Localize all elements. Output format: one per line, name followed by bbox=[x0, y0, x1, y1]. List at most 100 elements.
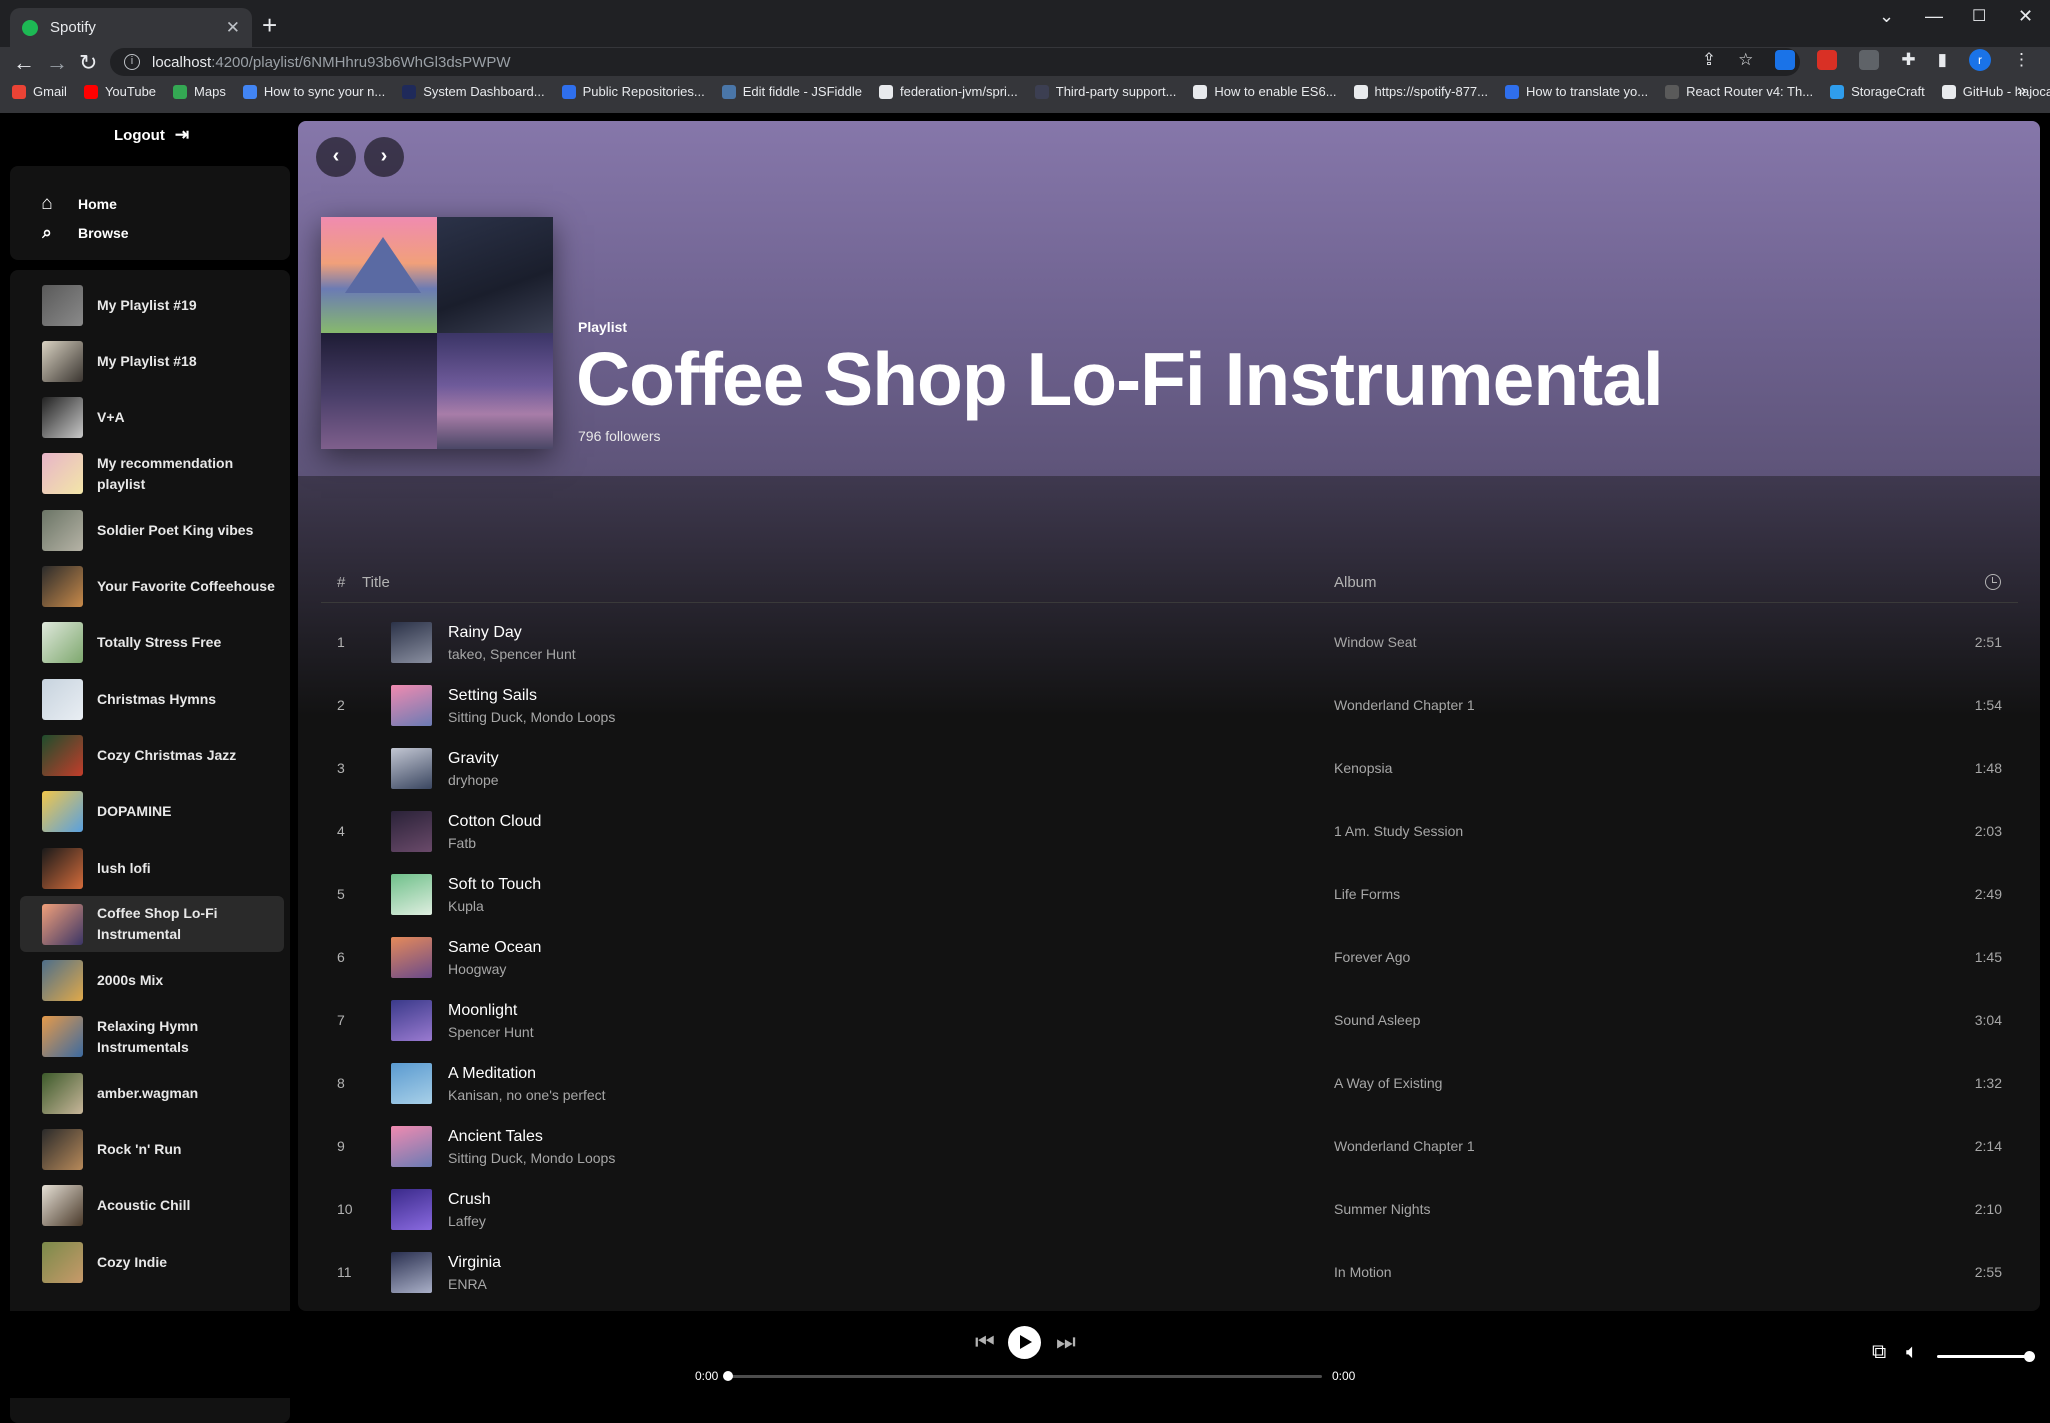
bookmark-item[interactable]: GitHub - hajocava/... bbox=[1941, 84, 2050, 99]
track-row[interactable]: 7 Moonlight Spencer Hunt Sound Asleep 3:04 bbox=[321, 988, 2018, 1051]
connect-device-icon[interactable]: ⧉ bbox=[1872, 1341, 1886, 1364]
tab-search-icon[interactable]: ⌄ bbox=[1879, 6, 1894, 27]
track-album[interactable]: Wonderland Chapter 1 bbox=[1334, 1138, 1475, 1154]
track-album[interactable]: 1 Am. Study Session bbox=[1334, 823, 1463, 839]
track-row[interactable]: 8 A Meditation Kanisan, no one's perfect A … bbox=[321, 1051, 2018, 1114]
maximize-icon[interactable]: ☐ bbox=[1972, 6, 1986, 26]
bookmark-item[interactable]: How to enable ES6... bbox=[1193, 84, 1337, 99]
track-album[interactable]: Forever Ago bbox=[1334, 949, 1410, 965]
volume-handle[interactable] bbox=[2024, 1351, 2035, 1362]
track-album[interactable]: Window Seat bbox=[1334, 634, 1416, 650]
sidebar-playlist-item[interactable]: Coffee Shop Lo-Fi Instrumental bbox=[20, 896, 284, 953]
track-row[interactable]: 10 Crush Laffey Summer Nights 2:10 bbox=[321, 1177, 2018, 1240]
sidebar-playlist-item[interactable]: V+A bbox=[20, 390, 284, 446]
track-artist[interactable]: Laffey bbox=[448, 1213, 486, 1229]
track-row[interactable]: 9 Ancient Tales Sitting Duck, Mondo Loops W… bbox=[321, 1114, 2018, 1177]
sidebar-playlist-item[interactable]: amber.wagman bbox=[20, 1065, 284, 1121]
track-row[interactable]: 11 Virginia ENRA In Motion 2:55 bbox=[321, 1240, 2018, 1303]
track-album[interactable]: Wonderland Chapter 1 bbox=[1334, 697, 1475, 713]
bookmark-item[interactable]: How to translate yo... bbox=[1505, 84, 1648, 99]
track-artist[interactable]: Kupla bbox=[448, 898, 484, 914]
address-bar[interactable]: i localhost :4200/playlist/6NMHhru93b6Wh… bbox=[110, 48, 1800, 76]
sidebar-playlist-item[interactable]: Your Favorite Coffeehouse bbox=[20, 559, 284, 615]
track-album[interactable]: In Motion bbox=[1334, 1264, 1392, 1280]
track-artist[interactable]: Sitting Duck, Mondo Loops bbox=[448, 709, 615, 725]
track-album[interactable]: A Way of Existing bbox=[1334, 1075, 1442, 1091]
track-artist[interactable]: takeo, Spencer Hunt bbox=[448, 646, 576, 662]
bookmark-item[interactable]: StorageCraft bbox=[1830, 84, 1925, 99]
progress-handle[interactable] bbox=[723, 1371, 733, 1381]
track-artist[interactable]: Fatb bbox=[448, 835, 476, 851]
track-artist[interactable]: ENRA bbox=[448, 1276, 487, 1292]
profile-avatar[interactable]: r bbox=[1969, 49, 1991, 71]
sidebar-playlist-item[interactable]: Christmas Hymns bbox=[20, 671, 284, 727]
site-info-icon[interactable]: i bbox=[124, 54, 140, 70]
sidebar-playlist-item[interactable]: Cozy Indie bbox=[20, 1234, 284, 1290]
sidebar-item-home[interactable]: ⌂ Home bbox=[36, 193, 117, 215]
back-arrow-icon[interactable]: ← bbox=[13, 50, 35, 76]
play-button[interactable] bbox=[1008, 1326, 1041, 1359]
sidebar-playlist-item[interactable]: lush lofi bbox=[20, 840, 284, 896]
sidebar-playlist-item[interactable]: My Playlist #18 bbox=[20, 333, 284, 389]
bookmark-item[interactable]: Maps bbox=[173, 84, 226, 99]
sidebar-playlist-item[interactable]: DOPAMINE bbox=[20, 784, 284, 840]
extension-icon[interactable] bbox=[1817, 50, 1838, 70]
close-tab-icon[interactable]: ✕ bbox=[226, 18, 240, 38]
track-row[interactable]: 6 Same Ocean Hoogway Forever Ago 1:45 bbox=[321, 925, 2018, 988]
sidebar-playlist-item[interactable]: Rock 'n' Run bbox=[20, 1122, 284, 1178]
back-button[interactable]: ‹ bbox=[316, 137, 356, 177]
browser-tab[interactable]: Spotify ✕ bbox=[10, 8, 252, 47]
track-album[interactable]: Kenopsia bbox=[1334, 760, 1392, 776]
next-track-icon[interactable]: ⏭ bbox=[1056, 1329, 1076, 1355]
bookmark-item[interactable]: Gmail bbox=[12, 84, 67, 99]
bookmark-item[interactable]: https://spotify-877... bbox=[1353, 84, 1488, 99]
column-album[interactable]: Album bbox=[1334, 574, 1377, 591]
window-close-icon[interactable]: ✕ bbox=[2018, 6, 2033, 27]
share-icon[interactable]: ⇪ bbox=[1702, 50, 1716, 70]
track-row[interactable]: 1 Rainy Day takeo, Spencer Hunt Window Seat… bbox=[321, 610, 2018, 673]
side-panel-icon[interactable]: ▮ bbox=[1938, 50, 1947, 70]
forward-arrow-icon[interactable]: → bbox=[46, 50, 68, 76]
track-row[interactable]: 5 Soft to Touch Kupla Life Forms 2:49 bbox=[321, 862, 2018, 925]
bookmark-item[interactable]: Edit fiddle - JSFiddle bbox=[721, 84, 862, 99]
track-artist[interactable]: Sitting Duck, Mondo Loops bbox=[448, 1150, 615, 1166]
track-album[interactable]: Sound Asleep bbox=[1334, 1012, 1420, 1028]
sidebar-playlist-item[interactable]: Cozy Christmas Jazz bbox=[20, 727, 284, 783]
bookmark-item[interactable]: federation-jvm/spri... bbox=[878, 84, 1018, 99]
sidebar-playlist-item[interactable]: Totally Stress Free bbox=[20, 615, 284, 671]
sidebar-item-browse[interactable]: ⌕ Browse bbox=[36, 223, 128, 243]
column-title[interactable]: Title bbox=[362, 574, 390, 591]
bookmark-star-icon[interactable]: ☆ bbox=[1738, 50, 1753, 70]
bookmark-item[interactable]: System Dashboard... bbox=[402, 84, 545, 99]
sidebar-playlist-item[interactable]: Soldier Poet King vibes bbox=[20, 502, 284, 558]
extensions-puzzle-icon[interactable]: ✚ bbox=[1901, 50, 1915, 70]
browser-menu-icon[interactable]: ⋮ bbox=[2013, 50, 2030, 70]
minimize-icon[interactable]: — bbox=[1925, 6, 1943, 27]
track-artist[interactable]: Spencer Hunt bbox=[448, 1024, 534, 1040]
sidebar-playlist-item[interactable]: 2000s Mix bbox=[20, 953, 284, 1009]
track-artist[interactable]: dryhope bbox=[448, 772, 499, 788]
sidebar-playlist-item[interactable]: My Playlist #19 bbox=[20, 277, 284, 333]
forward-button[interactable]: › bbox=[364, 137, 404, 177]
bookmark-item[interactable]: Third-party support... bbox=[1034, 84, 1176, 99]
track-album[interactable]: Life Forms bbox=[1334, 886, 1400, 902]
bookmark-item[interactable]: How to sync your n... bbox=[242, 84, 385, 99]
new-tab-icon[interactable]: + bbox=[262, 12, 277, 38]
track-row[interactable]: 2 Setting Sails Sitting Duck, Mondo Loops W… bbox=[321, 673, 2018, 736]
track-row[interactable]: 3 Gravity dryhope Kenopsia 1:48 bbox=[321, 736, 2018, 799]
previous-track-icon[interactable]: ⏮ bbox=[975, 1329, 995, 1355]
sidebar-playlist-item[interactable]: My recommendation playlist bbox=[20, 446, 284, 502]
extension-icon[interactable] bbox=[1859, 50, 1880, 70]
bookmark-item[interactable]: YouTube bbox=[83, 84, 156, 99]
password-manager-icon[interactable] bbox=[1775, 50, 1796, 70]
volume-slider[interactable] bbox=[1937, 1355, 2029, 1358]
more-bookmarks-icon[interactable]: » bbox=[2017, 82, 2026, 100]
track-album[interactable]: Summer Nights bbox=[1334, 1201, 1430, 1217]
logout-button[interactable]: Logout ⇥ bbox=[114, 125, 189, 145]
bookmark-item[interactable]: React Router v4: Th... bbox=[1665, 84, 1813, 99]
track-row[interactable]: 4 Cotton Cloud Fatb 1 Am. Study Session 2:03 bbox=[321, 799, 2018, 862]
volume-icon[interactable]: 🔈︎ bbox=[1906, 1341, 1918, 1364]
track-row[interactable]: 12Aurorabrillion., Tom Doolie, Mona..Bed… bbox=[321, 1303, 2018, 1311]
sidebar-playlist-item[interactable]: Relaxing Hymn Instrumentals bbox=[20, 1009, 284, 1065]
sidebar-playlist-item[interactable]: Acoustic Chill bbox=[20, 1178, 284, 1234]
